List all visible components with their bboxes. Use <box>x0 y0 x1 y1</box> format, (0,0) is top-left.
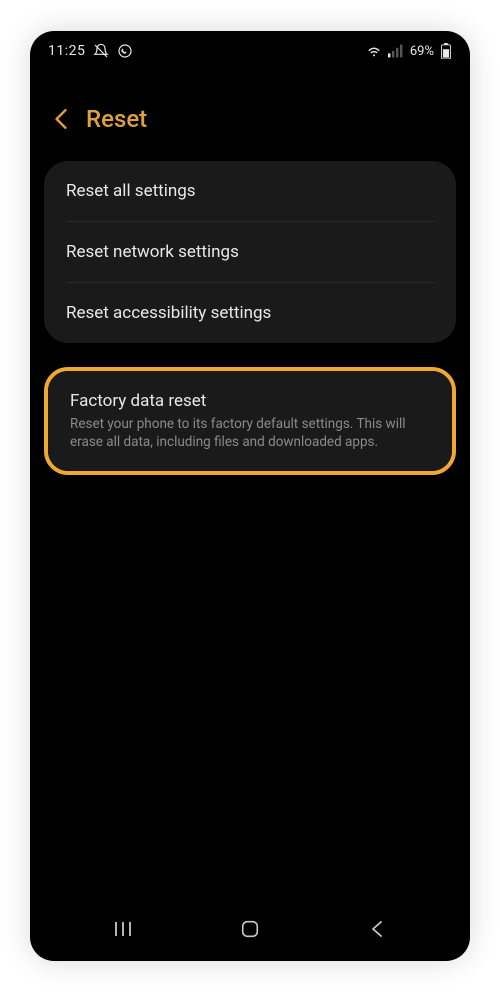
battery-text: 69% <box>410 44 434 59</box>
signal-icon <box>388 44 404 58</box>
phone-screen: 11:25 <box>30 31 470 961</box>
list-item-label: Reset network settings <box>66 242 434 262</box>
list-item-description: Reset your phone to its factory default … <box>70 415 430 451</box>
list-item-label: Factory data reset <box>70 391 430 411</box>
reset-accessibility-settings-item[interactable]: Reset accessibility settings <box>44 283 456 343</box>
list-item-label: Reset all settings <box>66 181 434 201</box>
home-button[interactable] <box>220 909 280 949</box>
battery-icon <box>440 43 452 59</box>
recents-button[interactable] <box>93 909 153 949</box>
page-header: Reset <box>30 67 470 153</box>
status-left: 11:25 <box>48 43 133 59</box>
factory-reset-highlight: Factory data reset Reset your phone to i… <box>44 367 456 475</box>
navigation-bar <box>30 905 470 961</box>
status-time: 11:25 <box>48 43 85 59</box>
list-item-label: Reset accessibility settings <box>66 303 434 323</box>
mute-icon <box>93 43 109 59</box>
whatsapp-icon <box>117 43 133 59</box>
factory-data-reset-item[interactable]: Factory data reset Reset your phone to i… <box>48 371 452 471</box>
reset-options-group: Reset all settings Reset network setting… <box>44 161 456 343</box>
reset-all-settings-item[interactable]: Reset all settings <box>44 161 456 221</box>
page-title: Reset <box>86 105 147 133</box>
wifi-icon <box>366 44 382 58</box>
back-button[interactable] <box>347 909 407 949</box>
factory-reset-group: Factory data reset Reset your phone to i… <box>48 371 452 471</box>
status-right: 69% <box>366 43 452 59</box>
status-bar: 11:25 <box>30 31 470 67</box>
back-icon[interactable] <box>54 108 68 130</box>
reset-network-settings-item[interactable]: Reset network settings <box>44 222 456 282</box>
content: Reset all settings Reset network setting… <box>30 153 470 483</box>
